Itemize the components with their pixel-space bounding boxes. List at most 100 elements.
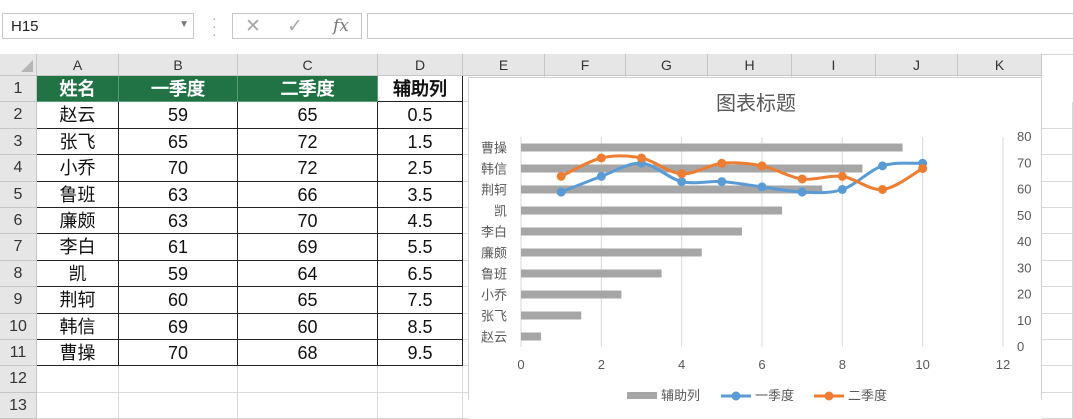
table-cell[interactable]: 70: [119, 340, 238, 367]
table-cell[interactable]: 5.5: [378, 234, 463, 261]
empty-cell[interactable]: [378, 366, 463, 393]
table-cell[interactable]: 65: [119, 128, 238, 156]
table-cell[interactable]: 65: [238, 287, 378, 314]
chevron-down-icon[interactable]: ▼: [179, 19, 189, 30]
row-header-9[interactable]: 9: [0, 287, 37, 314]
table-header-cell[interactable]: 辅助列: [378, 76, 463, 103]
table-cell[interactable]: 63: [119, 181, 238, 208]
row-header-7[interactable]: 7: [0, 234, 37, 261]
row-header-1[interactable]: 1: [0, 76, 37, 103]
empty-cell[interactable]: [1042, 313, 1073, 340]
empty-cell[interactable]: [119, 366, 238, 393]
table-header-cell[interactable]: 二季度: [238, 76, 378, 103]
empty-cell[interactable]: [119, 392, 238, 419]
table-cell[interactable]: 68: [238, 340, 378, 367]
row-header-2[interactable]: 2: [0, 102, 37, 129]
table-cell[interactable]: 曹操: [37, 340, 119, 367]
table-cell[interactable]: 9.5: [378, 340, 463, 367]
empty-cell[interactable]: [1042, 392, 1073, 419]
empty-cell[interactable]: [1042, 155, 1073, 182]
column-header-j[interactable]: J: [876, 54, 958, 76]
table-cell[interactable]: 60: [119, 287, 238, 314]
table-cell[interactable]: 7.5: [378, 287, 463, 314]
table-header-cell[interactable]: 姓名: [37, 76, 119, 103]
empty-cell[interactable]: [1042, 128, 1073, 156]
table-cell[interactable]: 64: [238, 260, 378, 288]
column-header-i[interactable]: I: [792, 54, 876, 76]
column-header-f[interactable]: F: [545, 54, 626, 76]
table-cell[interactable]: 69: [119, 313, 238, 340]
table-cell[interactable]: 2.5: [378, 155, 463, 182]
row-header-12[interactable]: 12: [0, 366, 37, 393]
empty-cell[interactable]: [37, 392, 119, 419]
table-cell[interactable]: 70: [238, 208, 378, 235]
table-cell[interactable]: 8.5: [378, 313, 463, 340]
row-header-3[interactable]: 3: [0, 128, 37, 156]
empty-cell[interactable]: [238, 366, 378, 393]
column-header-b[interactable]: B: [119, 54, 238, 76]
table-cell[interactable]: 1.5: [378, 128, 463, 156]
table-cell[interactable]: 廉颇: [37, 208, 119, 235]
table-cell[interactable]: 66: [238, 181, 378, 208]
row-header-4[interactable]: 4: [0, 155, 37, 182]
table-header-cell[interactable]: 一季度: [119, 76, 238, 103]
series-point: [837, 185, 847, 194]
empty-cell[interactable]: [1042, 366, 1073, 393]
column-header-e[interactable]: E: [463, 54, 545, 76]
table-cell[interactable]: 60: [238, 313, 378, 340]
empty-cell[interactable]: [1042, 102, 1073, 129]
insert-function-icon[interactable]: fx: [333, 16, 349, 36]
row-header-5[interactable]: 5: [0, 181, 37, 208]
table-cell[interactable]: 0.5: [378, 102, 463, 129]
row-header-11[interactable]: 11: [0, 340, 37, 367]
table-cell[interactable]: 6.5: [378, 260, 463, 288]
table-cell[interactable]: 69: [238, 234, 378, 261]
empty-cell[interactable]: [1042, 260, 1073, 288]
table-cell[interactable]: 4.5: [378, 208, 463, 235]
table-cell[interactable]: 3.5: [378, 181, 463, 208]
row-header-10[interactable]: 10: [0, 313, 37, 340]
table-cell[interactable]: 荆轲: [37, 287, 119, 314]
cancel-icon[interactable]: ✕: [245, 15, 261, 38]
enter-icon[interactable]: ✓: [287, 15, 303, 38]
table-cell[interactable]: 小乔: [37, 155, 119, 182]
column-header-d[interactable]: D: [378, 54, 463, 76]
column-header-g[interactable]: G: [626, 54, 708, 76]
column-header-k[interactable]: K: [958, 54, 1042, 76]
row-header-13[interactable]: 13: [0, 392, 37, 419]
series-point: [677, 177, 687, 187]
table-cell[interactable]: 61: [119, 234, 238, 261]
table-cell[interactable]: 凯: [37, 260, 119, 288]
empty-cell[interactable]: [1042, 287, 1073, 314]
empty-cell[interactable]: [37, 366, 119, 393]
row-header-6[interactable]: 6: [0, 208, 37, 235]
column-header-a[interactable]: A: [37, 54, 119, 76]
table-cell[interactable]: 鲁班: [37, 181, 119, 208]
empty-cell[interactable]: [378, 392, 463, 419]
row-header-8[interactable]: 8: [0, 260, 37, 288]
table-cell[interactable]: 赵云: [37, 102, 119, 129]
table-cell[interactable]: 59: [119, 102, 238, 129]
table-cell[interactable]: 65: [238, 102, 378, 129]
formula-input[interactable]: [367, 13, 1073, 39]
table-cell[interactable]: 63: [119, 208, 238, 235]
column-header-c[interactable]: C: [238, 54, 378, 76]
select-all-corner[interactable]: [0, 54, 37, 76]
column-header-h[interactable]: H: [708, 54, 792, 76]
name-box[interactable]: H15 ▼: [2, 13, 194, 39]
empty-cell[interactable]: [1042, 208, 1073, 235]
table-cell[interactable]: 72: [238, 128, 378, 156]
empty-cell[interactable]: [1042, 234, 1073, 261]
table-cell[interactable]: 韩信: [37, 313, 119, 340]
table-cell[interactable]: 72: [238, 155, 378, 182]
empty-cell[interactable]: [238, 392, 378, 419]
empty-cell[interactable]: [1042, 181, 1073, 208]
table-cell[interactable]: 70: [119, 155, 238, 182]
y2-tick-label: 10: [1017, 313, 1031, 328]
table-cell[interactable]: 59: [119, 260, 238, 288]
table-cell[interactable]: 李白: [37, 234, 119, 261]
table-cell[interactable]: 张飞: [37, 128, 119, 156]
series-point: [757, 161, 767, 171]
empty-cell[interactable]: [1042, 340, 1073, 367]
chart[interactable]: 图表标题 0 2 4 6 8 10 12 0 10 20 30 40 50 60 70 80 赵云 张飞 小乔 鲁班 廉颇…: [468, 77, 1042, 401]
